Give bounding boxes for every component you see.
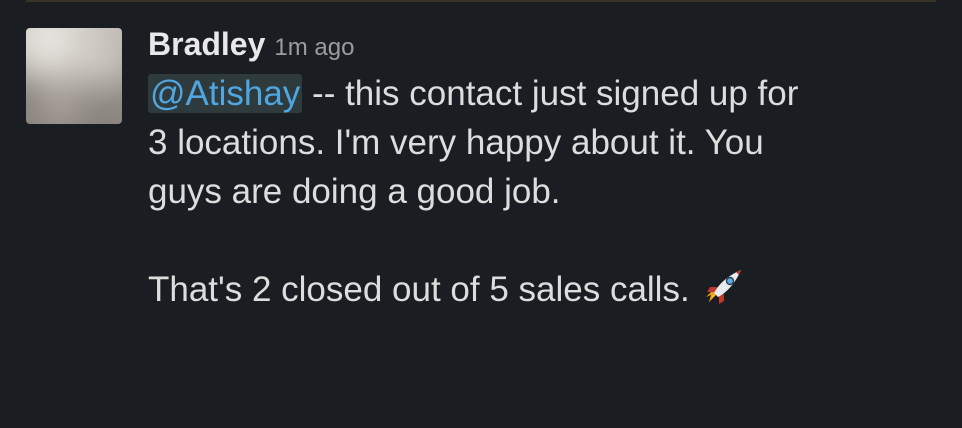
avatar-image <box>26 28 122 124</box>
message-timestamp[interactable]: 1m ago <box>274 34 354 62</box>
user-mention[interactable]: @Atishay <box>148 74 303 113</box>
divider <box>26 0 936 2</box>
avatar[interactable] <box>26 28 122 124</box>
message-line-2: 3 locations. I'm very happy about it. Yo… <box>148 123 764 162</box>
message-content: Bradley 1m ago @Atishay -- this contact … <box>148 22 942 321</box>
message-line-3: guys are doing a good job. <box>148 172 561 211</box>
message-line-1: @Atishay -- this contact just signed up … <box>148 69 942 118</box>
message-line-1-text: -- this contact just signed up for <box>302 74 799 113</box>
rocket-icon <box>703 266 745 321</box>
chat-message: Bradley 1m ago @Atishay -- this contact … <box>26 22 942 428</box>
author-name[interactable]: Bradley <box>148 22 265 66</box>
message-header: Bradley 1m ago <box>148 22 942 66</box>
message-paragraph-2-text: That's 2 closed out of 5 sales calls. <box>148 270 700 309</box>
message-body: @Atishay -- this contact just signed up … <box>148 69 942 321</box>
message-paragraph-2: That's 2 closed out of 5 sales calls. <box>148 265 942 321</box>
